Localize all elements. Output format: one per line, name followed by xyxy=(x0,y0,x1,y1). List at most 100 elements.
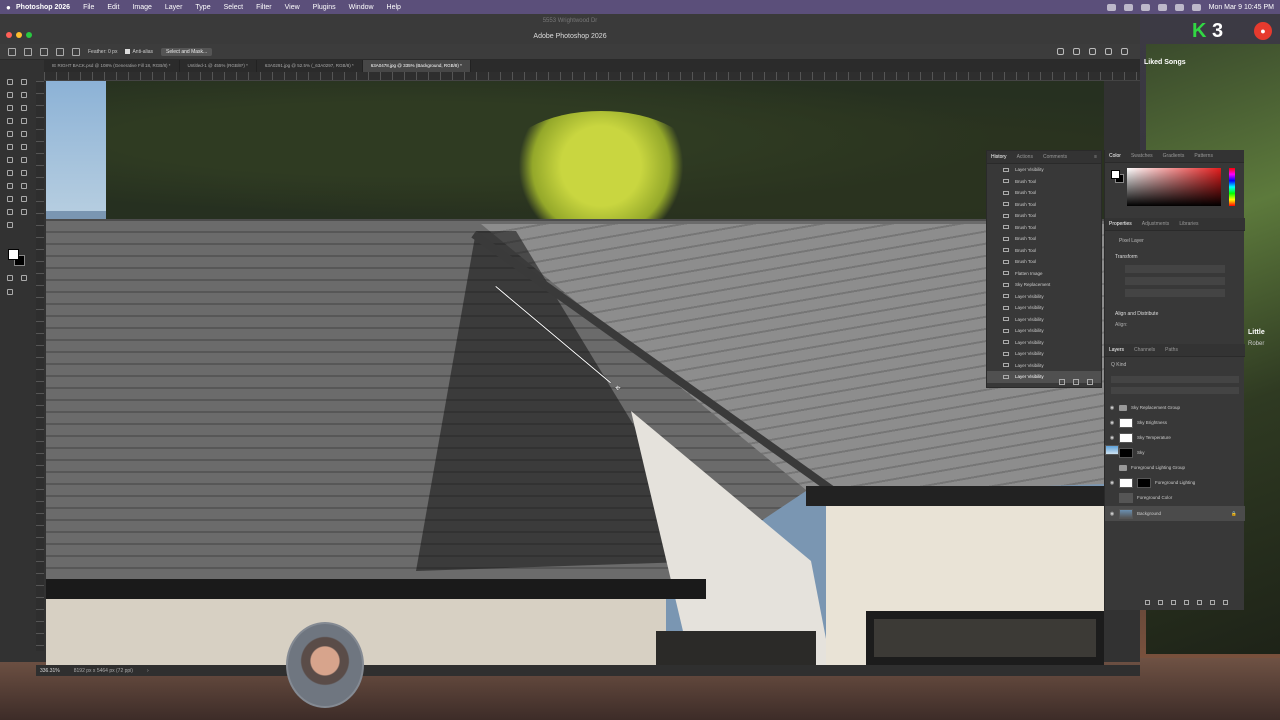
subtract-selection-icon[interactable] xyxy=(72,47,80,56)
marquee-tool-icon[interactable] xyxy=(20,91,28,99)
trash-icon[interactable] xyxy=(1087,379,1093,385)
home-icon[interactable] xyxy=(8,47,16,56)
wifi-icon[interactable] xyxy=(1174,3,1184,11)
discover-icon[interactable] xyxy=(1105,48,1112,55)
status-icon[interactable] xyxy=(1106,3,1116,11)
history-state[interactable]: Layer Visibility xyxy=(987,348,1101,360)
edit-toolbar-icon[interactable] xyxy=(6,221,14,229)
quick-mask-icon[interactable] xyxy=(6,274,14,282)
select-and-mask-button[interactable]: Select and Mask... xyxy=(161,47,213,56)
type-tool-icon[interactable] xyxy=(20,182,28,190)
doc-tab-active[interactable]: 63A0478.jpg @ 335% (Background, RGB/8) * xyxy=(362,60,471,72)
healing-brush-icon[interactable] xyxy=(6,130,14,138)
hand-tool-icon[interactable] xyxy=(6,208,14,216)
status-icon[interactable] xyxy=(1140,3,1150,11)
layer-filter-kind[interactable]: Q Kind xyxy=(1111,362,1126,368)
history-state[interactable]: Brush Tool xyxy=(987,233,1101,245)
menu-help[interactable]: Help xyxy=(387,4,401,11)
feather-field[interactable]: Feather: 0 px xyxy=(88,49,117,55)
record-icon[interactable]: ● xyxy=(1254,22,1272,40)
anti-alias-checkbox[interactable]: Anti-alias xyxy=(125,49,153,55)
battery-icon[interactable] xyxy=(1191,3,1201,11)
history-state[interactable]: Brush Tool xyxy=(987,187,1101,199)
eye-icon[interactable]: ◉ xyxy=(1109,480,1115,486)
status-icon[interactable] xyxy=(1123,3,1133,11)
history-state[interactable]: Layer Visibility xyxy=(987,337,1101,349)
panel-menu-icon[interactable]: ≡ xyxy=(1094,154,1101,160)
menu-image[interactable]: Image xyxy=(132,4,151,11)
pen-tool-icon[interactable] xyxy=(6,182,14,190)
crop-tool-icon[interactable] xyxy=(6,117,14,125)
eyedropper-tool-icon[interactable] xyxy=(20,104,28,112)
eraser-tool-icon[interactable] xyxy=(6,156,14,164)
menu-edit[interactable]: Edit xyxy=(107,4,119,11)
tab-color[interactable]: Color xyxy=(1109,153,1121,159)
tab-properties[interactable]: Properties xyxy=(1109,221,1132,227)
apple-icon[interactable]: ● xyxy=(6,3,16,12)
history-state[interactable]: Sky Replacement xyxy=(987,279,1101,291)
move-tool-icon[interactable] xyxy=(6,78,14,86)
eye-icon[interactable]: ◉ xyxy=(1109,405,1115,411)
new-document-from-state-icon[interactable] xyxy=(1059,379,1065,385)
menu-app-name[interactable]: Photoshop 2026 xyxy=(16,4,70,11)
history-state[interactable]: Layer Visibility xyxy=(987,291,1101,303)
menu-filter[interactable]: Filter xyxy=(256,4,272,11)
document-canvas[interactable]: ⌖ xyxy=(46,81,1104,665)
history-state[interactable]: Layer Visibility xyxy=(987,325,1101,337)
menu-view[interactable]: View xyxy=(285,4,300,11)
search-icon[interactable] xyxy=(1089,48,1096,55)
frame-tool-icon[interactable] xyxy=(20,117,28,125)
eye-icon[interactable]: ◉ xyxy=(1109,511,1115,517)
eye-icon[interactable]: ◉ xyxy=(1109,420,1115,426)
history-state[interactable]: Brush Tool xyxy=(987,222,1101,234)
menu-type[interactable]: Type xyxy=(195,4,210,11)
history-state[interactable]: Brush Tool xyxy=(987,245,1101,257)
history-state[interactable]: Layer Visibility xyxy=(987,360,1101,372)
menu-plugins[interactable]: Plugins xyxy=(313,4,336,11)
share-icon[interactable] xyxy=(1057,48,1064,55)
tab-history[interactable]: History xyxy=(991,154,1007,160)
history-brush-icon[interactable] xyxy=(20,143,28,151)
menu-file[interactable]: File xyxy=(83,4,94,11)
snapshot-icon[interactable] xyxy=(1073,379,1079,385)
foreground-swatch[interactable] xyxy=(1111,170,1120,179)
dodge-tool-icon[interactable] xyxy=(20,169,28,177)
menubar-clock[interactable]: Mon Mar 9 10:45 PM xyxy=(1209,4,1274,11)
notifications-icon[interactable] xyxy=(1073,48,1080,55)
liked-songs-label[interactable]: Liked Songs xyxy=(1144,59,1186,66)
lasso-tool-icon[interactable] xyxy=(6,91,14,99)
history-state[interactable]: Brush Tool xyxy=(987,256,1101,268)
tab-comments[interactable]: Comments xyxy=(1043,154,1067,160)
workspace-icon[interactable] xyxy=(1121,48,1128,55)
history-state[interactable]: Layer Visibility xyxy=(987,302,1101,314)
path-select-icon[interactable] xyxy=(6,195,14,203)
tab-layers[interactable]: Layers xyxy=(1109,347,1124,353)
add-to-selection-icon[interactable] xyxy=(56,47,64,56)
gradient-tool-icon[interactable] xyxy=(20,156,28,164)
shape-tool-icon[interactable] xyxy=(20,195,28,203)
history-state[interactable]: Layer Visibility xyxy=(987,314,1101,326)
history-state[interactable]: Brush Tool xyxy=(987,210,1101,222)
new-selection-icon[interactable] xyxy=(40,47,48,56)
brush-tool-icon[interactable] xyxy=(20,130,28,138)
menu-layer[interactable]: Layer xyxy=(165,4,183,11)
transform-section[interactable]: Transform xyxy=(1115,254,1138,260)
artboard-tool-icon[interactable] xyxy=(20,78,28,86)
eye-icon[interactable]: ◉ xyxy=(1109,435,1115,441)
screen-mode-icon[interactable] xyxy=(20,274,28,282)
tab-actions[interactable]: Actions xyxy=(1017,154,1033,160)
lasso-tool-preset-icon[interactable] xyxy=(24,47,32,56)
status-icon[interactable] xyxy=(1157,3,1167,11)
history-state[interactable]: Brush Tool xyxy=(987,176,1101,188)
history-state[interactable]: Brush Tool xyxy=(987,199,1101,211)
blur-tool-icon[interactable] xyxy=(6,169,14,177)
clone-stamp-icon[interactable] xyxy=(6,143,14,151)
doc-tab[interactable]: IE RIGHT BACK.psd @ 108% (Generative Fil… xyxy=(44,60,180,72)
zoom-tool-icon[interactable] xyxy=(20,208,28,216)
history-state[interactable]: Flatten Image xyxy=(987,268,1101,280)
foreground-color-swatch[interactable] xyxy=(8,249,19,260)
history-state[interactable]: Layer Visibility xyxy=(987,164,1101,176)
chevron-right-icon[interactable]: › xyxy=(147,668,149,674)
zoom-level[interactable]: 336.31% xyxy=(40,668,60,674)
more-tools-icon[interactable] xyxy=(6,288,14,296)
